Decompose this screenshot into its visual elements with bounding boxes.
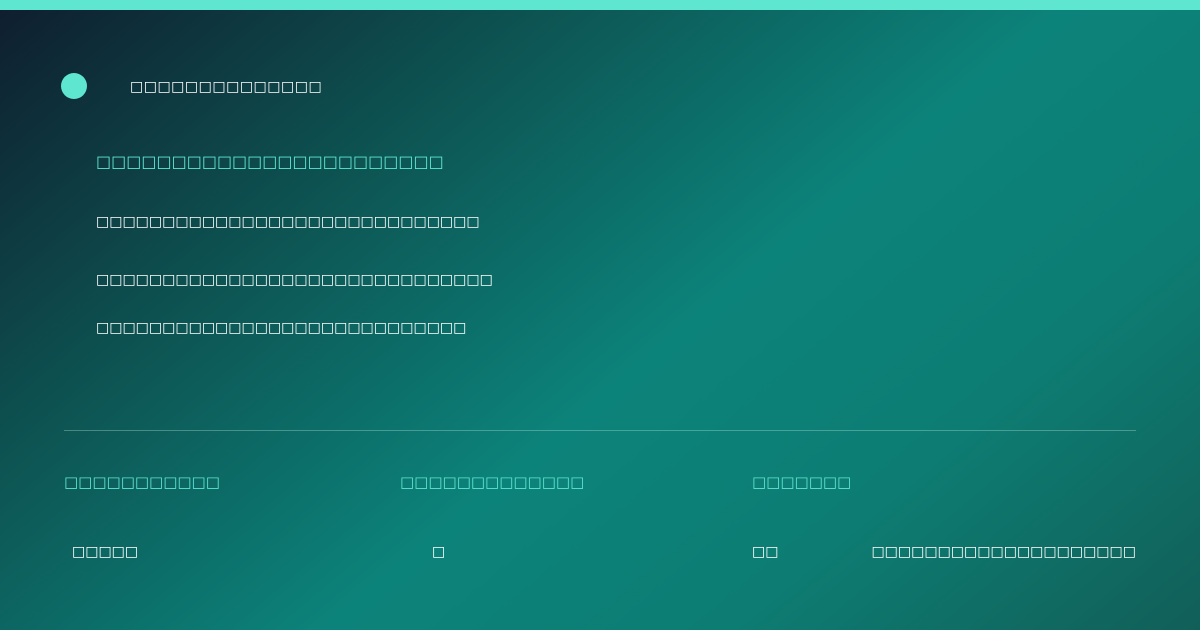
hero-line: □□□□□□□□□□□□□□□□□□□□□□□□□□□□□□ <box>96 272 493 288</box>
hero-line: □□□□□□□□□□□□□□□□□□□□□□□□□□□□ <box>96 320 467 336</box>
stat-value: □ <box>432 544 446 560</box>
stat-label: □□□□□□□□□□□ <box>64 473 220 491</box>
logo-icon <box>61 73 87 99</box>
stat-value: □□□□□ <box>72 544 139 560</box>
hero-line: □□□□□□□□□□□□□□□□□□□□□□□□□□□□□ <box>96 214 480 230</box>
stat-value: □□ <box>752 544 779 560</box>
stat-label: □□□□□□□ <box>752 473 852 491</box>
section-divider <box>64 430 1136 431</box>
top-accent-bar <box>0 0 1200 10</box>
hero-headline: □□□□□□□□□□□□□□□□□□□□□□□ <box>96 152 444 171</box>
stat-label: □□□□□□□□□□□□□ <box>400 473 585 491</box>
brand-name: □□□□□□□□□□□□□□ <box>130 79 323 95</box>
footer-note: □□□□□□□□□□□□□□□□□□□□ <box>871 544 1136 560</box>
